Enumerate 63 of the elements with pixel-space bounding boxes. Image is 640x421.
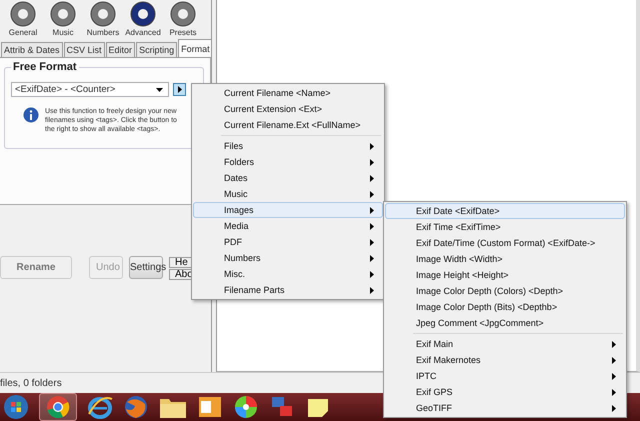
submenu-arrow-icon — [370, 190, 374, 198]
submenu-arrow-icon — [370, 206, 374, 214]
menu-item[interactable]: Exif Time <ExifTime> — [385, 219, 625, 235]
toolbar-button[interactable]: Music — [44, 1, 82, 39]
browser-icon[interactable] — [87, 394, 113, 420]
menu-item[interactable]: Image Height <Height> — [385, 267, 625, 283]
arrow-icon — [178, 86, 182, 93]
submenu-arrow-icon — [370, 286, 374, 294]
menu-item[interactable]: Dates — [193, 170, 383, 186]
menu-item[interactable]: Exif Makernotes — [385, 352, 625, 368]
tags-button[interactable] — [173, 83, 186, 96]
toolbar-button[interactable]: Numbers — [84, 1, 122, 39]
menu-item[interactable]: Media — [193, 218, 383, 234]
menu-item[interactable]: GeoTIFF — [385, 400, 625, 416]
menu-item[interactable]: Exif GPS — [385, 384, 625, 400]
toolbar-button[interactable]: Presets — [164, 1, 202, 39]
globe-icon[interactable] — [123, 394, 149, 420]
menu-item[interactable]: Current Extension <Ext> — [193, 101, 383, 117]
submenu-arrow-icon — [370, 238, 374, 246]
dropdown-icon — [156, 88, 163, 92]
menu-item[interactable]: Exif Main — [385, 336, 625, 352]
menu-item[interactable]: Numbers — [193, 250, 383, 266]
menu-item[interactable]: Image Color Depth (Colors) <Depth> — [385, 283, 625, 299]
submenu-arrow-icon — [612, 372, 616, 380]
tab[interactable]: CSV List — [64, 42, 105, 57]
tab[interactable]: Scripting — [136, 42, 178, 57]
browser-icon[interactable] — [46, 395, 70, 419]
menu-item[interactable]: Misc. — [193, 266, 383, 282]
submenu-arrow-icon — [370, 142, 374, 150]
submenu-arrow-icon — [612, 356, 616, 364]
submenu-arrow-icon — [370, 158, 374, 166]
menu-item[interactable]: Files — [193, 138, 383, 154]
toolbar-button[interactable]: Advanced — [124, 1, 162, 39]
menu-item[interactable]: Image Color Depth (Bits) <Depthb> — [385, 299, 625, 315]
group-title: Free Format — [11, 61, 79, 73]
menu-item[interactable]: Image Width <Width> — [385, 251, 625, 267]
submenu-arrow-icon — [612, 340, 616, 348]
tab[interactable]: Editor — [106, 42, 136, 57]
status-text: files, 0 folders — [0, 378, 62, 388]
menu-item[interactable]: Music — [193, 186, 383, 202]
menu-item[interactable]: Filename Parts — [193, 282, 383, 298]
menu-item[interactable]: Exif Date/Time (Custom Format) <ExifDate-> — [385, 235, 625, 251]
submenu-arrow-icon — [370, 222, 374, 230]
menu-item[interactable]: Exif Date <ExifDate> — [385, 203, 625, 219]
submenu-arrow-icon — [612, 404, 616, 412]
pinwheel-icon[interactable] — [233, 394, 259, 420]
menu-item[interactable]: Folders — [193, 154, 383, 170]
info-icon — [23, 107, 39, 123]
submenu-arrow-icon — [370, 270, 374, 278]
format-combo-box[interactable]: <ExifDate> - <Counter> — [11, 82, 169, 97]
tab[interactable]: Format — [178, 39, 213, 57]
menu-item[interactable]: Current Filename <Name> — [193, 85, 383, 101]
start-orb-icon[interactable] — [3, 394, 29, 420]
menu-item[interactable]: Current Filename.Ext <FullName> — [193, 117, 383, 133]
submenu-arrow-icon — [370, 174, 374, 182]
menu-item[interactable]: IPTC — [385, 368, 625, 384]
submenu-arrow-icon — [370, 254, 374, 262]
submenu-arrow-icon — [612, 388, 616, 396]
menu-item[interactable]: PDF — [193, 234, 383, 250]
menu-item[interactable]: Jpeg Comment <JpgComment> — [385, 315, 625, 331]
menu-item[interactable]: Images — [193, 202, 383, 218]
toolbar-button[interactable]: General — [4, 1, 42, 39]
tab[interactable]: Attrib & Dates — [1, 42, 63, 57]
